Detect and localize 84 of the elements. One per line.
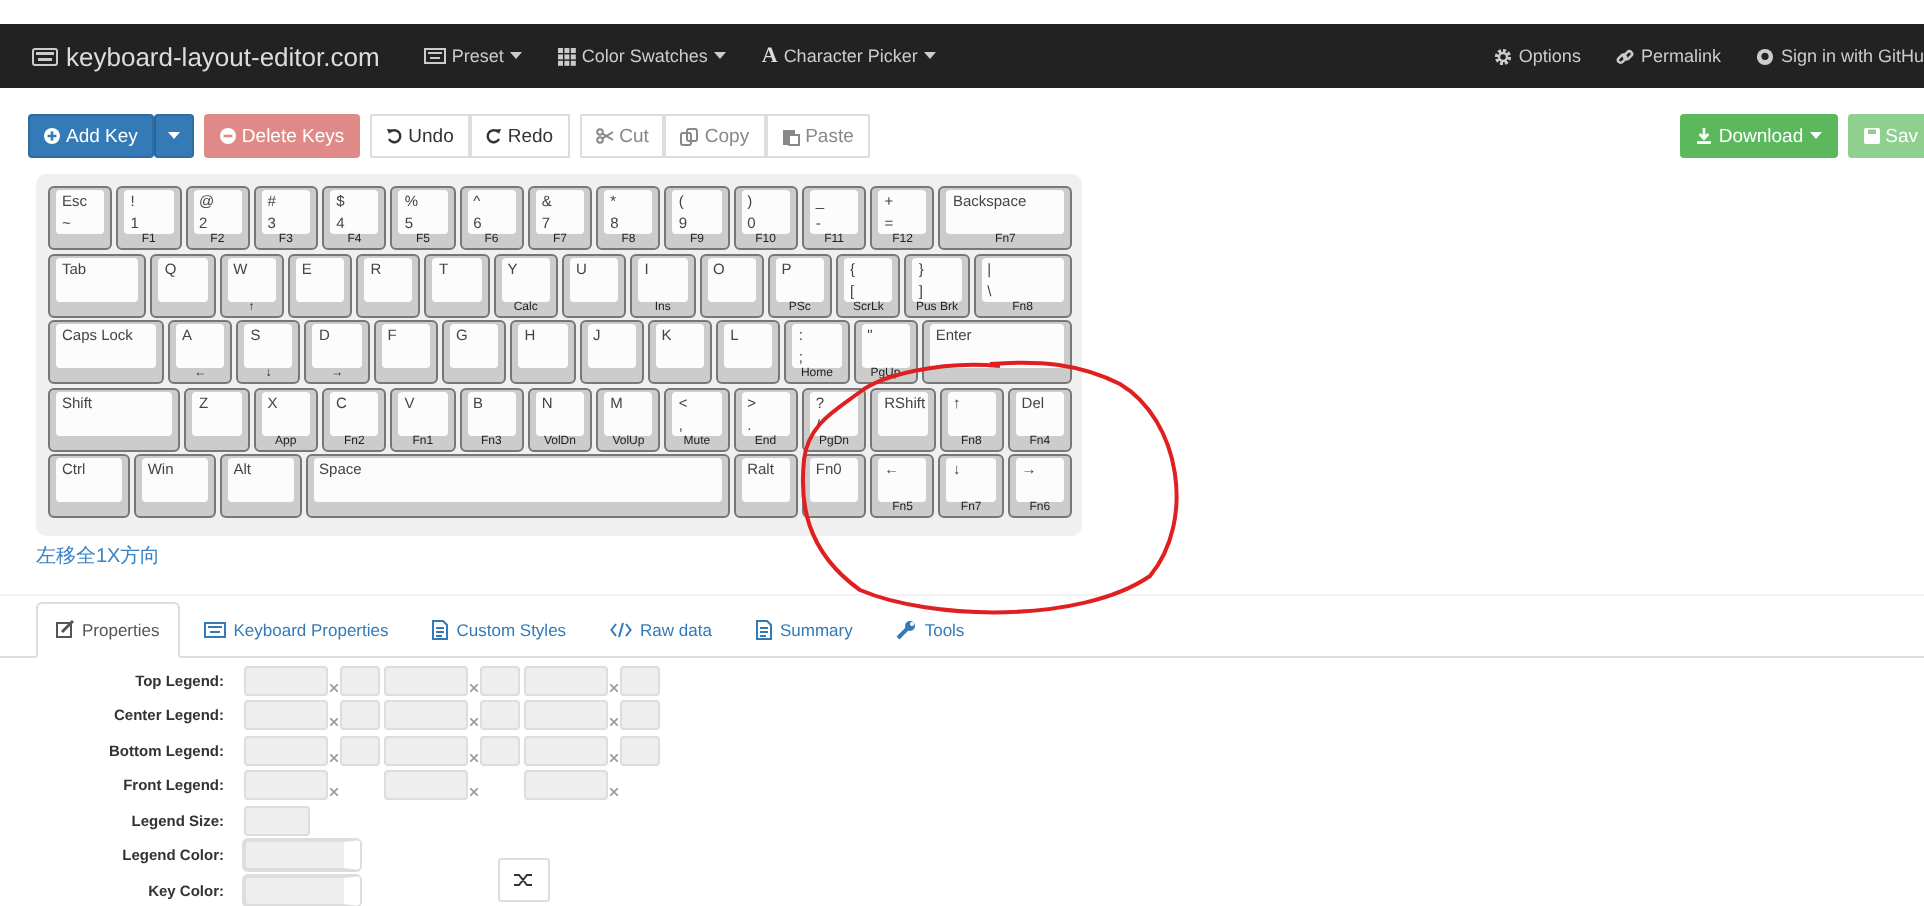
clear-icon[interactable] (610, 718, 618, 727)
clear-icon[interactable] (470, 683, 478, 692)
file-icon (755, 619, 772, 639)
clear-icon[interactable] (330, 788, 338, 797)
toolbar-button[interactable]: Paste (765, 114, 870, 158)
input-field[interactable] (384, 735, 468, 766)
clear-icon[interactable] (330, 683, 338, 692)
input-field[interactable] (524, 700, 608, 731)
input-field[interactable] (244, 700, 328, 731)
code-icon (610, 621, 633, 637)
input-field[interactable] (480, 700, 520, 731)
nav-link[interactable]: Permalink (1616, 46, 1721, 66)
toolbar-button[interactable]: Undo (370, 114, 470, 158)
clipboard-icon (781, 127, 800, 145)
keyboard-icon (32, 47, 58, 65)
text-link[interactable]: 左移全1X方向 (36, 545, 161, 567)
input-field[interactable] (244, 770, 328, 801)
input-field[interactable] (384, 665, 468, 696)
tab[interactable]: Custom Styles (412, 601, 587, 657)
tab[interactable]: Properties (36, 601, 180, 657)
input-field[interactable] (244, 735, 328, 766)
input-field[interactable] (620, 665, 660, 696)
tab[interactable]: Keyboard Properties (183, 601, 409, 657)
shuffle-button[interactable] (498, 858, 550, 902)
redo-icon (485, 128, 502, 144)
grid-icon (557, 47, 576, 65)
tab[interactable]: Tools (876, 601, 985, 657)
nav-link[interactable]: Sign in with GitHu (1756, 46, 1924, 66)
clear-icon[interactable] (610, 683, 618, 692)
tab[interactable]: Raw data (590, 601, 732, 657)
caret-icon (1809, 132, 1822, 140)
input-field[interactable] (244, 665, 328, 696)
plus-icon (44, 128, 60, 144)
shuffle-icon (514, 872, 534, 888)
gear-icon (1494, 47, 1513, 65)
clear-icon[interactable] (330, 718, 338, 727)
input-field[interactable] (480, 665, 520, 696)
input-field[interactable] (620, 735, 660, 766)
clear-icon[interactable] (610, 788, 618, 797)
link-icon (1616, 47, 1635, 65)
toolbar-button[interactable]: Cut (579, 114, 665, 158)
copy-icon (680, 127, 699, 145)
nav-menu[interactable]: Color Swatches (557, 46, 726, 66)
undo-icon (386, 128, 403, 144)
tab[interactable]: Summary (735, 601, 873, 657)
edit-icon (56, 620, 74, 638)
input-field[interactable] (340, 700, 380, 731)
keyboard-icon (203, 621, 226, 637)
nav-link[interactable]: Options (1494, 46, 1581, 66)
clear-icon[interactable] (470, 788, 478, 797)
input-field[interactable] (384, 770, 468, 801)
site-title[interactable]: keyboard-layout-editor.com (66, 41, 380, 71)
clear-icon[interactable] (470, 718, 478, 727)
clear-icon[interactable] (330, 753, 338, 762)
input-field[interactable] (620, 700, 660, 731)
color-field[interactable] (244, 840, 360, 871)
scissors-icon (595, 128, 614, 144)
input-field[interactable] (384, 700, 468, 731)
toolbar-button[interactable]: Copy (664, 114, 766, 158)
caret-icon (713, 52, 726, 60)
nav-menu[interactable]: A Character Picker (761, 44, 936, 68)
download-icon (1696, 128, 1713, 144)
clear-icon[interactable] (610, 753, 618, 762)
caret-icon (923, 52, 936, 60)
caret-icon (509, 52, 522, 60)
input-field[interactable] (340, 665, 380, 696)
dropdown-button[interactable] (153, 114, 194, 158)
floppy-icon (1863, 128, 1880, 144)
add-key-button[interactable]: Add Key (28, 114, 154, 158)
input-field[interactable] (244, 805, 310, 836)
input-field[interactable] (524, 665, 608, 696)
input-field[interactable] (524, 735, 608, 766)
input-field[interactable] (524, 770, 608, 801)
clear-icon[interactable] (470, 753, 478, 762)
nav-menu[interactable]: Preset (423, 46, 522, 66)
caret-icon (167, 132, 180, 140)
wrench-icon (896, 619, 917, 639)
minus-icon (219, 128, 236, 144)
toolbar-button[interactable]: Redo (469, 114, 570, 158)
keyboard-icon (423, 48, 446, 64)
input-field[interactable] (340, 735, 380, 766)
file-icon (432, 619, 449, 639)
input-field[interactable] (480, 735, 520, 766)
color-field[interactable] (244, 875, 360, 906)
